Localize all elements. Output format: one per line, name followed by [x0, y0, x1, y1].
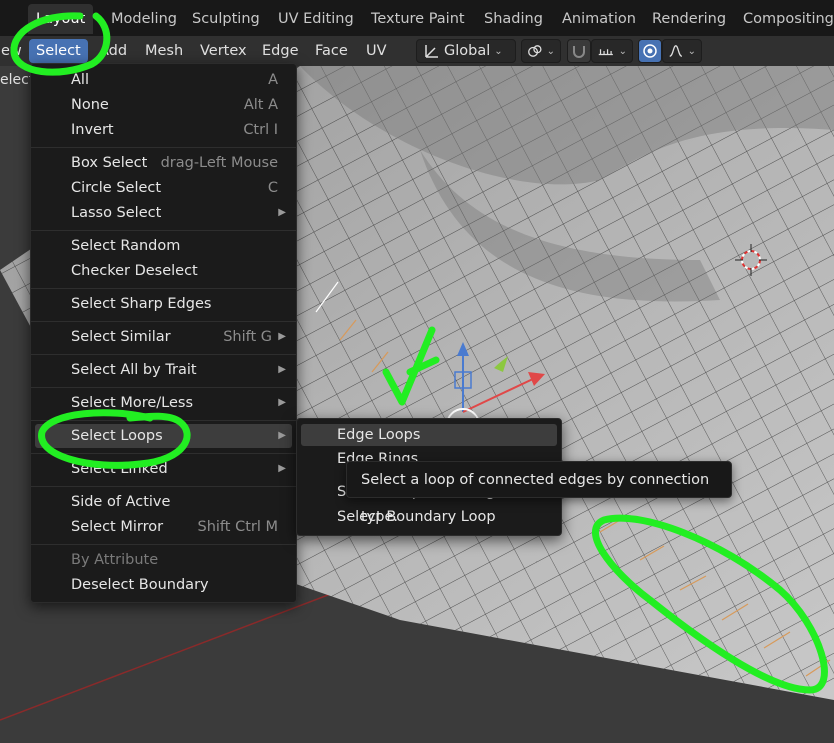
menu-separator: [31, 321, 296, 322]
menu-mesh[interactable]: Mesh: [138, 39, 190, 63]
menu-uv[interactable]: UV: [359, 39, 394, 63]
menu-item-circle-select[interactable]: Circle Select C: [35, 176, 292, 200]
menu-separator: [31, 354, 296, 355]
proportional-editing-icon: [643, 44, 657, 58]
menu-separator: [31, 387, 296, 388]
workspace-bar: Layout Modeling Sculpting UV Editing Tex…: [0, 0, 834, 36]
submenu-arrow-icon: ▶: [278, 430, 286, 441]
transform-orientation-icon: [425, 45, 438, 58]
menu-item-select-linked[interactable]: Select Linked ▶: [35, 457, 292, 481]
menu-item-side-of-active[interactable]: Side of Active: [35, 490, 292, 514]
menu-separator: [31, 230, 296, 231]
menu-face[interactable]: Face: [308, 39, 355, 63]
menu-separator: [31, 453, 296, 454]
tab-shading[interactable]: Shading: [476, 4, 551, 34]
tab-modeling[interactable]: Modeling: [103, 4, 185, 34]
falloff-curve-icon: [669, 45, 683, 57]
menu-item-box-select[interactable]: Box Select drag-Left Mouse: [35, 151, 292, 175]
snap-toggle[interactable]: [567, 39, 591, 63]
menu-edge[interactable]: Edge: [255, 39, 306, 63]
menu-separator: [31, 420, 296, 421]
menu-vertex[interactable]: Vertex: [193, 39, 254, 63]
menu-item-none[interactable]: None Alt A: [35, 93, 292, 117]
menu-item-select-mirror[interactable]: Select Mirror Shift Ctrl M: [35, 515, 292, 539]
menu-separator: [31, 288, 296, 289]
pivot-point-icon: [528, 45, 542, 57]
tab-layout[interactable]: Layout: [28, 4, 94, 34]
menu-item-select-similar[interactable]: Select Similar Shift G ▶: [35, 325, 292, 349]
menu-separator: [31, 486, 296, 487]
menu-add[interactable]: Add: [92, 39, 134, 63]
falloff-dropdown[interactable]: ⌄: [662, 39, 702, 63]
menu-item-invert[interactable]: Invert Ctrl I: [35, 118, 292, 142]
transform-orientation-dropdown[interactable]: Global ⌄: [416, 39, 516, 63]
menu-item-select-all-by-trait[interactable]: Select All by Trait ▶: [35, 358, 292, 382]
tooltip: Select a loop of connected edges by conn…: [346, 461, 732, 525]
tab-texture-paint[interactable]: Texture Paint: [363, 4, 473, 34]
tab-compositing[interactable]: Compositing: [735, 4, 834, 34]
submenu-item-select-boundary-loop[interactable]: Select Boundary Loop: [301, 506, 557, 528]
chevron-down-icon: ⌄: [687, 45, 696, 57]
menu-item-select-more-less[interactable]: Select More/Less ▶: [35, 391, 292, 415]
menu-item-deselect-boundary[interactable]: Deselect Boundary: [35, 573, 292, 597]
proportional-editing-toggle[interactable]: [638, 39, 662, 63]
chevron-down-icon: ⌄: [546, 45, 555, 57]
tab-animation[interactable]: Animation: [554, 4, 644, 34]
menu-item-by-attribute: By Attribute: [71, 552, 159, 568]
submenu-arrow-icon: ▶: [278, 207, 286, 218]
menu-view[interactable]: ew: [0, 39, 29, 63]
select-menu: All A None Alt A Invert Ctrl I Box Select dr…: [30, 63, 297, 603]
chevron-down-icon: ⌄: [494, 45, 503, 57]
tab-rendering[interactable]: Rendering: [644, 4, 734, 34]
submenu-arrow-icon: ▶: [278, 397, 286, 408]
menu-item-select-random[interactable]: Select Random: [35, 234, 292, 258]
submenu-item-edge-loops[interactable]: Edge Loops: [301, 424, 557, 446]
viewport-header: ew Select Add Mesh Vertex Edge Face UV G…: [0, 36, 834, 66]
menu-select[interactable]: Select: [29, 39, 88, 63]
snap-target-dropdown[interactable]: ⌄: [591, 39, 633, 63]
snap-increment-icon: [598, 49, 613, 56]
menu-item-select-loops[interactable]: Select Loops ▶: [35, 424, 292, 448]
tab-sculpting[interactable]: Sculpting: [184, 4, 268, 34]
submenu-arrow-icon: ▶: [278, 331, 286, 342]
snap-magnet-icon: [573, 46, 585, 58]
submenu-arrow-icon: ▶: [278, 463, 286, 474]
chevron-down-icon: ⌄: [618, 45, 627, 57]
submenu-arrow-icon: ▶: [278, 364, 286, 375]
tab-uv-editing[interactable]: UV Editing: [270, 4, 362, 34]
menu-item-select-sharp-edges[interactable]: Select Sharp Edges: [35, 292, 292, 316]
menu-item-lasso-select[interactable]: Lasso Select ▶: [35, 201, 292, 225]
pivot-point-dropdown[interactable]: ⌄: [521, 39, 561, 63]
menu-item-checker-deselect[interactable]: Checker Deselect: [35, 259, 292, 283]
menu-separator: [31, 147, 296, 148]
menu-separator: [31, 544, 296, 545]
menu-item-all[interactable]: All A: [35, 68, 292, 92]
